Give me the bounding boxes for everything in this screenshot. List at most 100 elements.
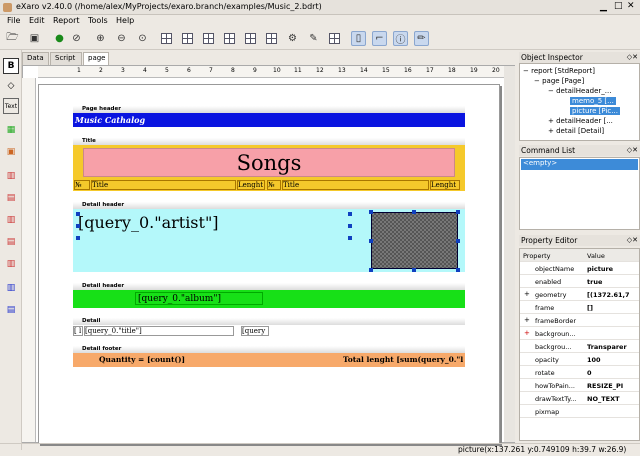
tab-data[interactable]: Data bbox=[22, 52, 49, 65]
panel-close-icon[interactable]: ◇✕ bbox=[627, 235, 638, 246]
selection-handle[interactable] bbox=[348, 212, 352, 216]
tree-item-detailheader2[interactable]: + detailHeader [... bbox=[548, 117, 613, 125]
settings-icon[interactable]: ⚙ bbox=[285, 31, 300, 46]
property-row[interactable]: pixmap bbox=[520, 405, 639, 418]
property-row[interactable]: frame[] bbox=[520, 301, 639, 314]
selection-handle[interactable] bbox=[412, 268, 416, 272]
selection-handle[interactable] bbox=[412, 210, 416, 214]
album-field[interactable]: [query_0."album"] bbox=[135, 292, 263, 305]
close-icon[interactable]: ✕ bbox=[627, 1, 635, 11]
align-grid-1-icon[interactable] bbox=[159, 31, 174, 46]
tools-icon[interactable]: ✎ bbox=[306, 31, 321, 46]
tree-item-page[interactable]: − page [Page] bbox=[534, 77, 584, 85]
menu-help[interactable]: Help bbox=[116, 16, 134, 25]
menu-edit[interactable]: Edit bbox=[29, 16, 45, 25]
align-grid-5-icon[interactable] bbox=[243, 31, 258, 46]
tree-item-detail[interactable]: + detail [Detail] bbox=[548, 127, 604, 135]
selection-handle[interactable] bbox=[456, 210, 460, 214]
maximize-icon[interactable]: □ bbox=[614, 1, 623, 11]
property-row[interactable]: rotate 0 bbox=[520, 366, 639, 379]
property-row[interactable]: objectName picture bbox=[520, 262, 639, 275]
band-tool-7-icon[interactable]: ▤ bbox=[3, 302, 19, 318]
property-row[interactable]: enabled true bbox=[520, 275, 639, 288]
selection-handle[interactable] bbox=[76, 224, 80, 228]
col-number[interactable]: № bbox=[267, 180, 281, 190]
panel-close-icon[interactable]: ◇✕ bbox=[627, 52, 638, 63]
image-tool-icon[interactable]: ▣ bbox=[3, 144, 19, 160]
add-icon[interactable]: ● bbox=[52, 31, 67, 46]
grid-icon[interactable] bbox=[327, 31, 342, 46]
selection-handle[interactable] bbox=[456, 268, 460, 272]
barcode-tool-icon[interactable]: ▦ bbox=[3, 122, 19, 138]
property-row[interactable]: howToPain... RESIZE_PI bbox=[520, 379, 639, 392]
tree-item-detailheader[interactable]: − detailHeader_... bbox=[548, 87, 611, 95]
catalog-title[interactable]: Music Cathalog bbox=[75, 115, 145, 125]
col-length[interactable]: Lenght bbox=[237, 180, 265, 190]
minimize-icon[interactable]: ▁ bbox=[600, 2, 607, 12]
band-tool-2-icon[interactable]: ▤ bbox=[3, 190, 19, 206]
tree-item-picture[interactable]: picture [Pic... bbox=[570, 107, 620, 115]
menu-file[interactable]: File bbox=[7, 16, 20, 25]
detail-field-number[interactable]: [ l bbox=[73, 326, 83, 336]
col-title[interactable]: Title bbox=[91, 180, 236, 190]
open-icon[interactable]: 🗁 bbox=[5, 31, 20, 46]
total-length-field[interactable]: Total lenght [sum(query_0."le bbox=[343, 353, 463, 367]
picture-object[interactable] bbox=[371, 212, 458, 269]
tab-page[interactable]: page bbox=[83, 52, 109, 66]
songs-heading[interactable]: Songs bbox=[83, 148, 455, 177]
property-row[interactable]: + geometry [(1372.61,7 bbox=[520, 288, 639, 301]
quantity-field[interactable]: Quantity = [count()] bbox=[99, 353, 185, 367]
band-tool-4-icon[interactable]: ▤ bbox=[3, 234, 19, 250]
artist-field[interactable]: [query_0."artist"] bbox=[78, 213, 219, 232]
property-row[interactable]: + frameBorder bbox=[520, 314, 639, 327]
selection-handle[interactable] bbox=[369, 239, 373, 243]
title-band[interactable]: Songs № Title Lenght № Title Lenght bbox=[73, 145, 465, 191]
tree-item-memo[interactable]: memo_5 [... bbox=[570, 97, 616, 105]
col-length[interactable]: Lenght bbox=[430, 180, 460, 190]
align-grid-6-icon[interactable] bbox=[264, 31, 279, 46]
zoom-in-icon[interactable]: ⊕ bbox=[93, 31, 108, 46]
selection-handle[interactable] bbox=[76, 236, 80, 240]
detail-field-title[interactable]: [query_0."title"] bbox=[84, 326, 234, 336]
command-list-item[interactable]: <empty> bbox=[521, 159, 638, 170]
detail-field-length[interactable]: [query bbox=[241, 326, 269, 336]
align-grid-3-icon[interactable] bbox=[201, 31, 216, 46]
bold-tool-icon[interactable]: B bbox=[3, 58, 19, 74]
selection-handle[interactable] bbox=[456, 239, 460, 243]
selection-handle[interactable] bbox=[348, 236, 352, 240]
album-detail-header-band[interactable]: [query_0."album"] bbox=[73, 290, 465, 308]
property-editor[interactable]: Property Value objectName picture enabled… bbox=[519, 248, 640, 441]
detail-band[interactable]: [ l [query_0."title"] [query bbox=[73, 325, 465, 338]
menu-report[interactable]: Report bbox=[53, 16, 80, 25]
artist-detail-header-band[interactable]: [query_0."artist"] bbox=[73, 209, 465, 272]
band-tool-5-icon[interactable]: ▥ bbox=[3, 256, 19, 272]
property-row[interactable]: backgrou... Transparer bbox=[520, 340, 639, 353]
band-tool-6-icon[interactable]: ▥ bbox=[3, 280, 19, 296]
page-icon[interactable]: ▯ bbox=[351, 31, 366, 46]
panel-close-icon[interactable]: ◇✕ bbox=[627, 145, 638, 156]
page-header-band[interactable]: Music Cathalog bbox=[73, 113, 465, 127]
align-grid-4-icon[interactable] bbox=[222, 31, 237, 46]
remove-icon[interactable]: ⊘ bbox=[69, 31, 84, 46]
align-grid-2-icon[interactable] bbox=[180, 31, 195, 46]
property-row[interactable]: opacity 100 bbox=[520, 353, 639, 366]
band-tool-3-icon[interactable]: ▥ bbox=[3, 212, 19, 228]
property-row[interactable]: + backgroun... bbox=[520, 327, 639, 340]
selection-handle[interactable] bbox=[369, 268, 373, 272]
selection-handle[interactable] bbox=[348, 224, 352, 228]
col-title[interactable]: Title bbox=[282, 180, 429, 190]
save-icon[interactable]: ▣ bbox=[27, 31, 42, 46]
line-tool-icon[interactable]: ⌐ bbox=[372, 31, 387, 46]
detail-footer-band[interactable]: Quantity = [count()] Total lenght [sum(q… bbox=[73, 353, 465, 367]
diamond-tool-icon[interactable]: ◇ bbox=[3, 78, 19, 94]
menu-tools[interactable]: Tools bbox=[88, 16, 108, 25]
info-icon[interactable]: ⓘ bbox=[393, 31, 408, 46]
pencil-icon[interactable]: ✏ bbox=[414, 31, 429, 46]
zoom-out-icon[interactable]: ⊖ bbox=[114, 31, 129, 46]
property-row[interactable]: drawTextTy... NO_TEXT bbox=[520, 392, 639, 405]
tree-item-report[interactable]: − report [StdReport] bbox=[523, 67, 595, 75]
band-tool-1-icon[interactable]: ▥ bbox=[3, 168, 19, 184]
col-number[interactable]: № bbox=[74, 180, 90, 190]
selection-handle[interactable] bbox=[76, 212, 80, 216]
canvas-scrollbar[interactable] bbox=[504, 66, 515, 442]
